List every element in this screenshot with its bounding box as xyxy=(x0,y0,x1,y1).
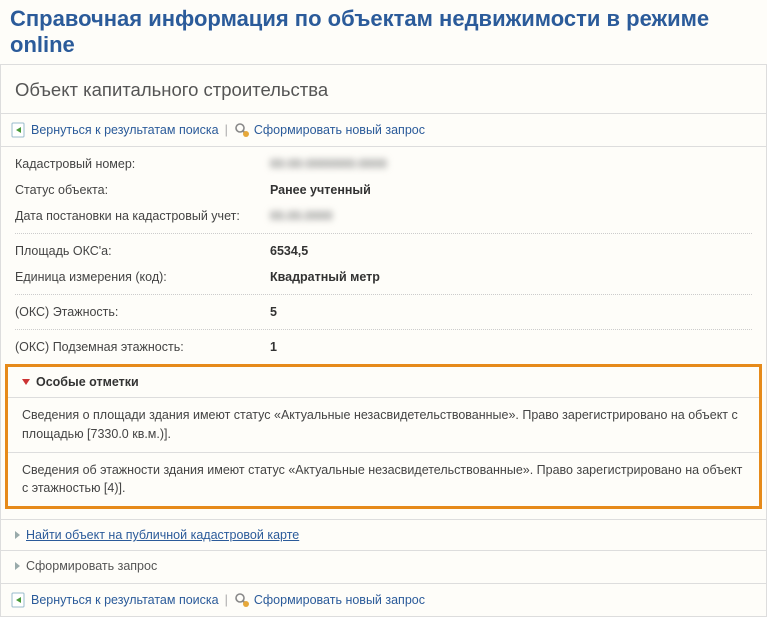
divider xyxy=(15,233,752,234)
form-query-row: Сформировать запрос xyxy=(1,550,766,581)
toolbar-separator: | xyxy=(223,123,230,137)
value-status: Ранее учтенный xyxy=(270,183,371,197)
chevron-right-icon xyxy=(15,562,20,570)
label-regdate: Дата постановки на кадастровый учет: xyxy=(15,209,270,223)
row-underground: (ОКС) Подземная этажность: 1 xyxy=(1,334,766,360)
label-underground: (ОКС) Подземная этажность: xyxy=(15,340,270,354)
toolbar-separator: | xyxy=(223,593,230,607)
label-area: Площадь ОКС'а: xyxy=(15,244,270,258)
remarks-header[interactable]: Особые отметки xyxy=(8,367,759,397)
remarks-title: Особые отметки xyxy=(36,375,139,389)
map-link-row: Найти объект на публичной кадастровой ка… xyxy=(1,519,766,550)
caret-down-icon xyxy=(22,379,30,385)
new-query-link[interactable]: Сформировать новый запрос xyxy=(234,122,425,138)
label-floors: (ОКС) Этажность: xyxy=(15,305,270,319)
remark-item: Сведения о площади здания имеют статус «… xyxy=(8,397,759,452)
value-regdate: 00.00.0000 xyxy=(270,209,333,223)
special-remarks-box: Особые отметки Сведения о площади здания… xyxy=(5,364,762,509)
row-regdate: Дата постановки на кадастровый учет: 00.… xyxy=(1,203,766,229)
back-to-results-link[interactable]: Вернуться к результатам поиска xyxy=(11,592,219,608)
row-unit: Единица измерения (код): Квадратный метр xyxy=(1,264,766,290)
divider xyxy=(15,294,752,295)
value-unit: Квадратный метр xyxy=(270,270,380,284)
row-area: Площадь ОКС'а: 6534,5 xyxy=(1,238,766,264)
row-cadastral: Кадастровый номер: 00:00:0000000:0000 xyxy=(1,151,766,177)
label-unit: Единица измерения (код): xyxy=(15,270,270,284)
toolbar-bottom: Вернуться к результатам поиска | Сформир… xyxy=(1,583,766,616)
search-gear-icon xyxy=(234,122,250,138)
back-arrow-icon xyxy=(11,592,27,608)
divider xyxy=(15,329,752,330)
search-gear-icon xyxy=(234,592,250,608)
object-subtitle: Объект капитального строительства xyxy=(1,65,766,114)
back-arrow-icon xyxy=(11,122,27,138)
new-query-label: Сформировать новый запрос xyxy=(254,123,425,137)
value-area: 6534,5 xyxy=(270,244,308,258)
value-underground: 1 xyxy=(270,340,277,354)
row-status: Статус объекта: Ранее учтенный xyxy=(1,177,766,203)
new-query-link[interactable]: Сформировать новый запрос xyxy=(234,592,425,608)
back-to-results-link[interactable]: Вернуться к результатам поиска xyxy=(11,122,219,138)
label-cadastral: Кадастровый номер: xyxy=(15,157,270,171)
page-title: Справочная информация по объектам недвиж… xyxy=(0,0,767,65)
form-query-label[interactable]: Сформировать запрос xyxy=(26,559,157,573)
back-label: Вернуться к результатам поиска xyxy=(31,593,219,607)
remark-item: Сведения об этажности здания имеют стату… xyxy=(8,452,759,507)
value-cadastral: 00:00:0000000:0000 xyxy=(270,157,387,171)
label-status: Статус объекта: xyxy=(15,183,270,197)
new-query-label: Сформировать новый запрос xyxy=(254,593,425,607)
public-map-link[interactable]: Найти объект на публичной кадастровой ка… xyxy=(26,528,299,542)
back-label: Вернуться к результатам поиска xyxy=(31,123,219,137)
value-floors: 5 xyxy=(270,305,277,319)
row-floors: (ОКС) Этажность: 5 xyxy=(1,299,766,325)
toolbar-top: Вернуться к результатам поиска | Сформир… xyxy=(1,114,766,147)
chevron-right-icon xyxy=(15,531,20,539)
